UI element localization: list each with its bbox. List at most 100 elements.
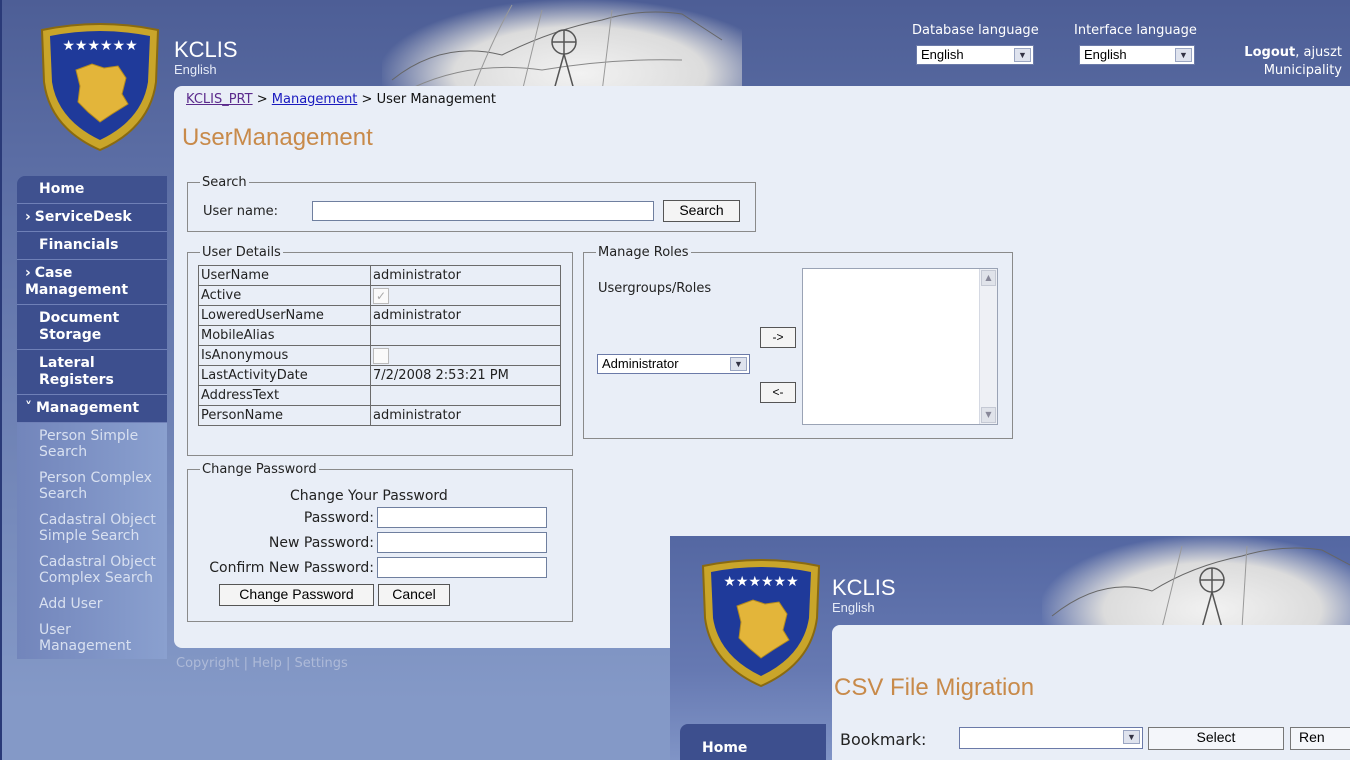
sidebar-item-lateral-registers[interactable]: Lateral Registers — [17, 350, 167, 395]
password-input[interactable] — [377, 507, 547, 528]
user-details-table: UserName administrator Active ✓ LoweredUserN… — [198, 265, 561, 426]
sidebar-item-label: Lateral Registers — [39, 355, 114, 388]
checkbox[interactable]: ✓ — [373, 287, 389, 304]
footer-links: Copyright | Help | Settings — [176, 656, 348, 671]
breadcrumb-management-link[interactable]: Management — [272, 92, 358, 107]
table-row: Active ✓ — [198, 285, 561, 306]
settings-link[interactable]: Settings — [294, 656, 347, 671]
user-name-label: User name: — [203, 204, 279, 219]
new-password-input[interactable] — [377, 532, 547, 553]
app-subtitle-2: English — [832, 600, 875, 615]
confirm-password-label: Confirm New Password: — [209, 560, 374, 576]
manage-roles-legend: Manage Roles — [598, 245, 689, 260]
sidebar-subitem[interactable]: Person Complex Search — [17, 465, 167, 507]
scroll-down-icon[interactable]: ▼ — [981, 407, 996, 423]
scroll-up-icon[interactable]: ▲ — [981, 270, 996, 286]
app-page: ★★★★★★ KCLIS English Database language E… — [0, 0, 1350, 760]
db-language-label: Database language — [912, 23, 1039, 38]
csv-migration-title: CSV File Migration — [834, 674, 1035, 701]
sidebar-item-document-storage[interactable]: Document Storage — [17, 305, 167, 350]
field-value — [370, 325, 561, 346]
map-outline-graphic-2 — [1051, 545, 1350, 628]
map-outline-graphic — [391, 4, 723, 92]
table-row: AddressText — [198, 385, 561, 406]
breadcrumb: KCLIS_PRT > Management > User Management — [186, 92, 496, 107]
remove-role-button[interactable]: <- — [760, 382, 796, 403]
chevron-down-icon: ▼ — [1014, 48, 1031, 62]
sidebar-item-management[interactable]: ˅ Management — [17, 395, 167, 423]
checkbox[interactable] — [373, 347, 389, 364]
sidebar-item-label: Document Storage — [39, 310, 120, 343]
field-value: administrator — [370, 265, 561, 286]
search-legend: Search — [202, 175, 247, 190]
role-select[interactable]: Administrator ▼ — [597, 354, 750, 374]
sidebar-item-home[interactable]: Home — [17, 176, 167, 204]
field-name: PersonName — [198, 405, 371, 426]
bookmark-label: Bookmark: — [840, 730, 927, 749]
change-password-button[interactable]: Change Password — [219, 584, 374, 606]
password-label: Password: — [303, 510, 374, 526]
ui-language-value: English — [1084, 47, 1127, 62]
sidebar-subitem[interactable]: User Management — [17, 617, 167, 659]
field-name: LoweredUserName — [198, 305, 371, 326]
field-name: MobileAlias — [198, 325, 371, 346]
assigned-roles-listbox[interactable]: ▲ ▼ — [802, 268, 998, 425]
rename-button[interactable]: Ren — [1290, 727, 1350, 750]
page-title: UserManagement — [182, 124, 373, 151]
db-language-value: English — [921, 47, 964, 62]
field-checkbox-cell — [370, 345, 561, 366]
db-language-select[interactable]: English ▼ — [916, 45, 1034, 65]
user-name-input[interactable] — [312, 201, 654, 221]
kosovo-emblem-logo: ★★★★★★ — [40, 23, 160, 152]
sidebar-subitem[interactable]: Add User — [17, 591, 167, 617]
sidebar-item-case-management[interactable]: › Case Management — [17, 260, 167, 305]
field-name: IsAnonymous — [198, 345, 371, 366]
svg-text:★★★★★★: ★★★★★★ — [62, 38, 137, 54]
breadcrumb-root-link[interactable]: KCLIS_PRT — [186, 92, 253, 107]
footer-separator: | — [281, 656, 295, 671]
logout-link[interactable]: Logout — [1244, 45, 1295, 60]
role-select-value: Administrator — [602, 356, 679, 371]
sidebar-subitem[interactable]: Cadastral Object Simple Search — [17, 507, 167, 549]
chevron-down-icon: ▼ — [1123, 730, 1140, 744]
field-name: Active — [198, 285, 371, 306]
field-checkbox-cell: ✓ — [370, 285, 561, 306]
sidebar-item-home-2[interactable]: Home — [680, 724, 826, 760]
breadcrumb-separator: > — [252, 92, 272, 107]
chevron-down-icon: ▼ — [1175, 48, 1192, 62]
sidebar-subitem[interactable]: Person Simple Search — [17, 423, 167, 465]
new-password-label: New Password: — [268, 535, 374, 551]
select-button[interactable]: Select — [1148, 727, 1284, 750]
table-row: LoweredUserName administrator — [198, 305, 561, 326]
search-button[interactable]: Search — [663, 200, 740, 222]
ui-language-select[interactable]: English ▼ — [1079, 45, 1195, 65]
usergroups-roles-label: Usergroups/Roles — [598, 281, 712, 296]
cancel-button[interactable]: Cancel — [378, 584, 450, 606]
field-name: LastActivityDate — [198, 365, 371, 386]
confirm-password-input[interactable] — [377, 557, 547, 578]
field-value: administrator — [370, 305, 561, 326]
table-row: LastActivityDate 7/2/2008 2:53:21 PM — [198, 365, 561, 386]
municipality-link[interactable]: Municipality — [1244, 62, 1342, 80]
app-title: KCLIS — [174, 37, 238, 62]
field-name: UserName — [198, 265, 371, 286]
sidebar-item-label: ServiceDesk — [34, 209, 132, 225]
user-details-legend: User Details — [202, 245, 281, 260]
app-title-2: KCLIS — [832, 575, 896, 600]
bookmark-select[interactable]: ▼ — [959, 727, 1143, 749]
brand-block-2: KCLIS English — [832, 575, 896, 616]
copyright-link[interactable]: Copyright — [176, 656, 240, 671]
user-info: Logout, ajuszt Municipality — [1244, 44, 1342, 80]
sidebar-item-servicedesk[interactable]: › ServiceDesk — [17, 204, 167, 232]
sidebar-subitem[interactable]: Cadastral Object Complex Search — [17, 549, 167, 591]
add-role-button[interactable]: -> — [760, 327, 796, 348]
table-row: IsAnonymous — [198, 345, 561, 366]
ui-language-label: Interface language — [1074, 23, 1197, 38]
change-password-legend: Change Password — [202, 462, 317, 477]
table-row: PersonName administrator — [198, 405, 561, 426]
sidebar-item-financials[interactable]: Financials — [17, 232, 167, 260]
listbox-scrollbar[interactable]: ▲ ▼ — [979, 269, 997, 424]
table-row: MobileAlias — [198, 325, 561, 346]
sidebar-item-label: Financials — [39, 237, 119, 253]
help-link[interactable]: Help — [252, 656, 282, 671]
